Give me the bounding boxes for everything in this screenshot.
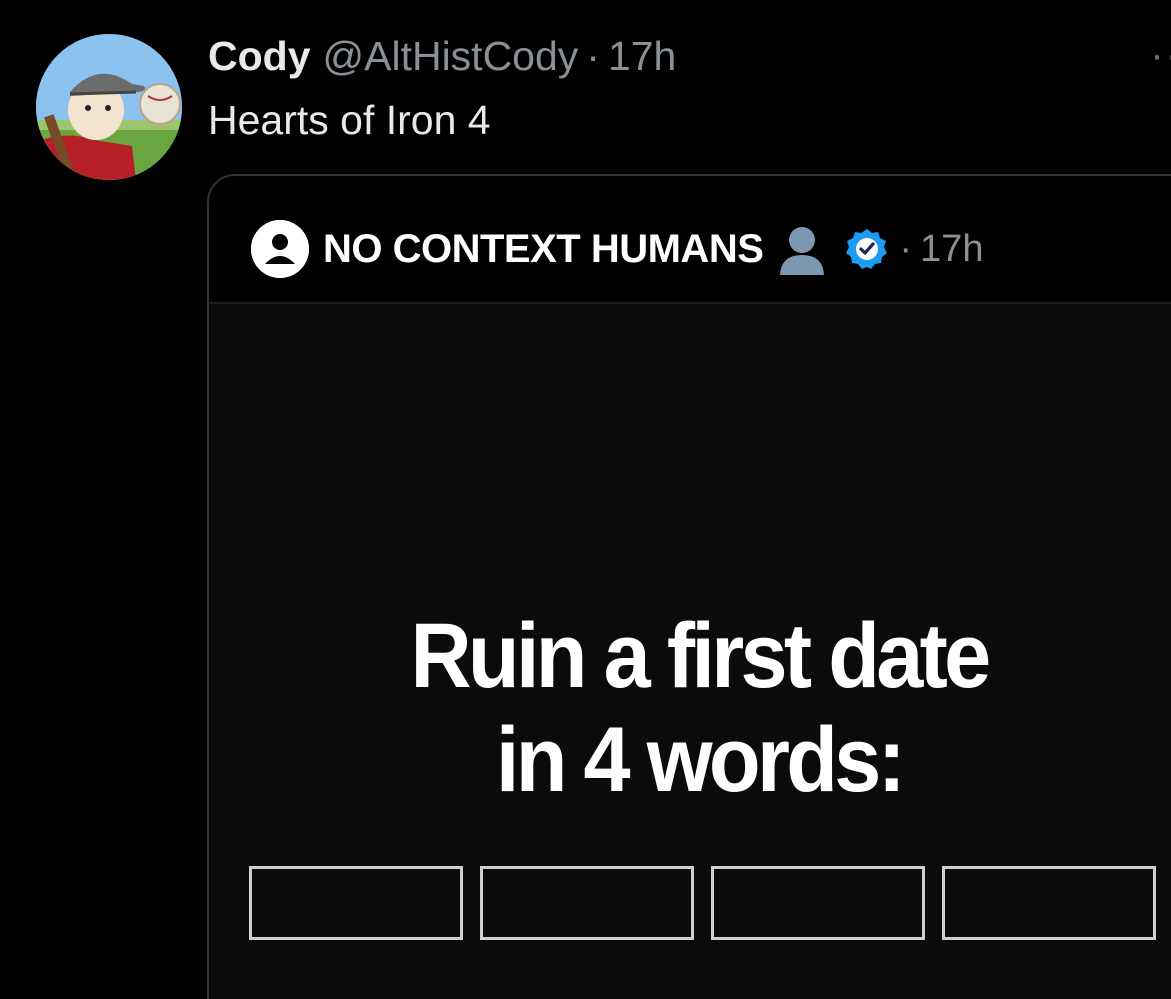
blank-box [942,866,1156,940]
blank-box [480,866,694,940]
quoted-tweet-header: NO CONTEXT HUMANS · 17h [251,220,983,278]
tweet-text: Hearts of Iron 4 [208,97,491,143]
bust-in-silhouette-icon [780,227,825,275]
quoted-author-avatar[interactable] [251,220,309,278]
quoted-tweet-timestamp[interactable]: 17h [920,228,983,271]
user-avatar[interactable] [36,34,182,180]
person-icon [251,220,309,278]
avatar-image [36,34,182,180]
tweet-timestamp[interactable]: 17h [608,30,676,82]
blank-box [249,866,463,940]
headline-line-2: in 4 words: [495,709,906,811]
author-display-name[interactable]: Cody [208,30,311,82]
more-options-icon[interactable]: ·· [1150,35,1171,75]
quoted-tweet-image[interactable]: Ruin a first date in 4 words: [209,302,1171,999]
quoted-author-name[interactable]: NO CONTEXT HUMANS [323,227,764,272]
blank-box [711,866,925,940]
headline-line-1: Ruin a first date [410,605,991,707]
tweet-header: Cody @AltHistCody · 17h [208,30,676,82]
quoted-tweet-card[interactable]: NO CONTEXT HUMANS · 17h Ruin a first dat… [207,174,1171,999]
separator-dot: · [899,227,913,270]
blank-word-boxes [249,866,1171,940]
separator-dot: · [586,33,600,79]
image-headline: Ruin a first date in 4 words: [248,604,1150,812]
tweet-view: Cody @AltHistCody · 17h ·· Hearts of Iro… [0,0,1171,999]
verified-badge-icon [846,229,888,269]
author-handle[interactable]: @AltHistCody [323,30,579,82]
